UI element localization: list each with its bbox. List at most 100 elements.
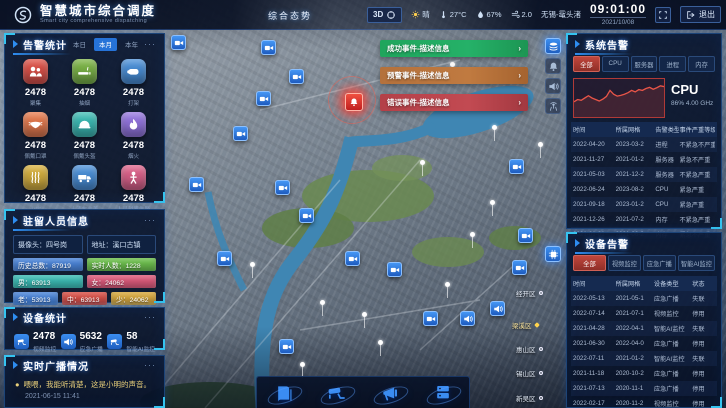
- table-row[interactable]: 2022-04-202023-03-2进程不紧急不严重: [571, 137, 717, 152]
- broadcast-more-button[interactable]: ···: [144, 360, 156, 370]
- broadcast-button[interactable]: [376, 380, 404, 406]
- logout-button[interactable]: 退出: [680, 6, 721, 23]
- camera-marker[interactable]: [345, 251, 360, 266]
- event-banner-warning[interactable]: 预警事件-描述信息›: [380, 67, 528, 84]
- table-row[interactable]: 2021-04-282022-04-1智能AI监控失联: [571, 321, 717, 336]
- table-row[interactable]: 2021-07-132020-11-1应急广播停用: [571, 381, 717, 396]
- table-row[interactable]: 2021-05-032021-12-2服务器不紧急严重: [571, 167, 717, 182]
- tab-内存[interactable]: 内存: [688, 56, 715, 72]
- camera-marker[interactable]: [387, 262, 402, 277]
- alarm-tile-抽烟[interactable]: 2478抽烟: [60, 59, 109, 107]
- personnel-more-button[interactable]: ···: [144, 215, 156, 225]
- table-row[interactable]: 2022-07-142021-07-1视频监控停用: [571, 306, 717, 321]
- alarm-tile-佩戴口罩[interactable]: 2478佩戴口罩: [11, 112, 60, 160]
- rail-button-radio[interactable]: [545, 98, 561, 114]
- tab-服务器[interactable]: 服务器: [631, 56, 658, 72]
- table-row[interactable]: 2022-07-112021-01-2智能AI监控失联: [571, 351, 717, 366]
- event-banner-success[interactable]: 成功事件-描述信息›: [380, 40, 528, 57]
- fullscreen-button[interactable]: [655, 7, 671, 23]
- table-row[interactable]: 2021-11-182020-10-2应急广播停用: [571, 366, 717, 381]
- personnel-title: 驻留人员信息: [23, 213, 89, 228]
- tab-overview[interactable]: 综合态势: [268, 9, 312, 22]
- tab-全部[interactable]: 全部: [573, 255, 606, 271]
- speaker-marker[interactable]: [490, 301, 505, 316]
- alarm-marker[interactable]: [345, 93, 363, 111]
- alarm-tile-火灾[interactable]: 2478火灾: [11, 165, 60, 213]
- district-label-新吴区[interactable]: 新吴区: [516, 393, 543, 403]
- sensor-dot[interactable]: [492, 125, 497, 130]
- camera-marker[interactable]: [275, 180, 290, 195]
- table-row[interactable]: 2021-11-272021-01-2服务器紧急不严重: [571, 152, 717, 167]
- sensor-dot[interactable]: [320, 300, 325, 305]
- camera-button[interactable]: [323, 380, 351, 406]
- table-row[interactable]: 2022-05-132021-05-1应急广播失联: [571, 291, 717, 306]
- event-log-button[interactable]: [270, 380, 298, 406]
- tab-应急广播[interactable]: 应急广播: [643, 255, 676, 271]
- table-cell: 智能AI监控: [654, 324, 692, 333]
- tab-全部[interactable]: 全部: [573, 56, 600, 72]
- device-stat-视频监控[interactable]: 2478视频监控: [14, 332, 56, 353]
- table-row[interactable]: 2021-09-182023-01-2CPU紧急严重: [571, 197, 717, 212]
- district-label-经开区[interactable]: 经开区: [516, 288, 543, 298]
- table-row[interactable]: 2022-02-172020-11-2视频监控停用: [571, 396, 717, 408]
- table-cell: 应急广播: [654, 384, 692, 393]
- camera-marker[interactable]: [518, 228, 533, 243]
- device-alarm-table: 时间所属网格设备类型状态2022-05-132021-05-1应急广播失联202…: [567, 274, 721, 408]
- tab-本月[interactable]: 本月: [94, 38, 117, 51]
- sensor-dot[interactable]: [490, 200, 495, 205]
- rail-button-chip[interactable]: [545, 246, 561, 262]
- camera-marker[interactable]: [299, 208, 314, 223]
- rail-button-layers[interactable]: [545, 38, 561, 54]
- rail-button-bell[interactable]: [545, 58, 561, 74]
- camera-marker[interactable]: [509, 159, 524, 174]
- tab-智能AI监控[interactable]: 智能AI监控: [678, 255, 715, 271]
- camera-marker[interactable]: [217, 251, 232, 266]
- camera-marker[interactable]: [261, 40, 276, 55]
- district-label-锡山区[interactable]: 锡山区: [516, 368, 543, 378]
- tab-CPU[interactable]: CPU: [602, 56, 629, 72]
- camera-marker[interactable]: [189, 177, 204, 192]
- table-row[interactable]: 2021-06-302022-04-0应急广播停用: [571, 336, 717, 351]
- tab-本日[interactable]: 本日: [68, 38, 91, 51]
- alarm-more-button[interactable]: ···: [144, 39, 156, 49]
- device-stats-more-button[interactable]: ···: [144, 312, 156, 322]
- sensor-dot[interactable]: [378, 340, 383, 345]
- table-row[interactable]: 2021-12-262021-07-2内存不紧急严重: [571, 212, 717, 227]
- device-alarm-tabs: 全部视频监控应急广播智能AI监控: [567, 253, 721, 274]
- district-label-梁溪区[interactable]: 梁溪区: [512, 320, 539, 330]
- sensor-dot[interactable]: [470, 232, 475, 237]
- device-stat-应急广播[interactable]: 5632应急广播: [61, 332, 103, 353]
- alarm-tile-烟火[interactable]: 2478烟火: [109, 112, 158, 160]
- 3d-mode-button[interactable]: 3D: [367, 7, 402, 23]
- header-right-cluster: 3D 晴 27°C 67% 2.0 无锡-鼋头渚 09:01:00: [367, 3, 726, 27]
- camera-marker[interactable]: [279, 339, 294, 354]
- tab-本年[interactable]: 本年: [120, 38, 143, 51]
- sensor-dot[interactable]: [362, 312, 367, 317]
- alarm-tile-人员越界告警[interactable]: 2478人员越界告警: [109, 165, 158, 213]
- camera-marker[interactable]: [289, 69, 304, 84]
- camera-marker[interactable]: [256, 91, 271, 106]
- alarm-tile-土渣车未盖[interactable]: 2478土渣车未盖: [60, 165, 109, 213]
- alarm-tile-佩戴头盔[interactable]: 2478佩戴头盔: [60, 112, 109, 160]
- sensor-dot[interactable]: [538, 142, 543, 147]
- device-list-button[interactable]: [429, 380, 457, 406]
- rail-button-speaker[interactable]: [545, 78, 561, 94]
- alarm-tile-打架[interactable]: 2478打架: [109, 59, 158, 107]
- title-underline: [13, 53, 71, 55]
- camera-marker[interactable]: [233, 126, 248, 141]
- sensor-dot[interactable]: [250, 262, 255, 267]
- tab-视频监控[interactable]: 视频监控: [608, 255, 641, 271]
- speaker-marker[interactable]: [460, 311, 475, 326]
- camera-marker[interactable]: [171, 35, 186, 50]
- district-label-惠山区[interactable]: 惠山区: [516, 344, 543, 354]
- alarm-tile-聚集[interactable]: 2478聚集: [11, 59, 60, 107]
- sensor-dot[interactable]: [445, 282, 450, 287]
- table-row[interactable]: 2022-06-242023-08-2CPU紧急严重: [571, 182, 717, 197]
- sensor-dot[interactable]: [420, 160, 425, 165]
- tab-进程[interactable]: 进程: [659, 56, 686, 72]
- device-stat-智能AI监控[interactable]: 58智能AI监控: [107, 332, 155, 353]
- event-banner-error[interactable]: 错误事件-描述信息›: [380, 94, 528, 111]
- camera-marker[interactable]: [423, 311, 438, 326]
- sensor-dot[interactable]: [300, 362, 305, 367]
- camera-marker[interactable]: [512, 260, 527, 275]
